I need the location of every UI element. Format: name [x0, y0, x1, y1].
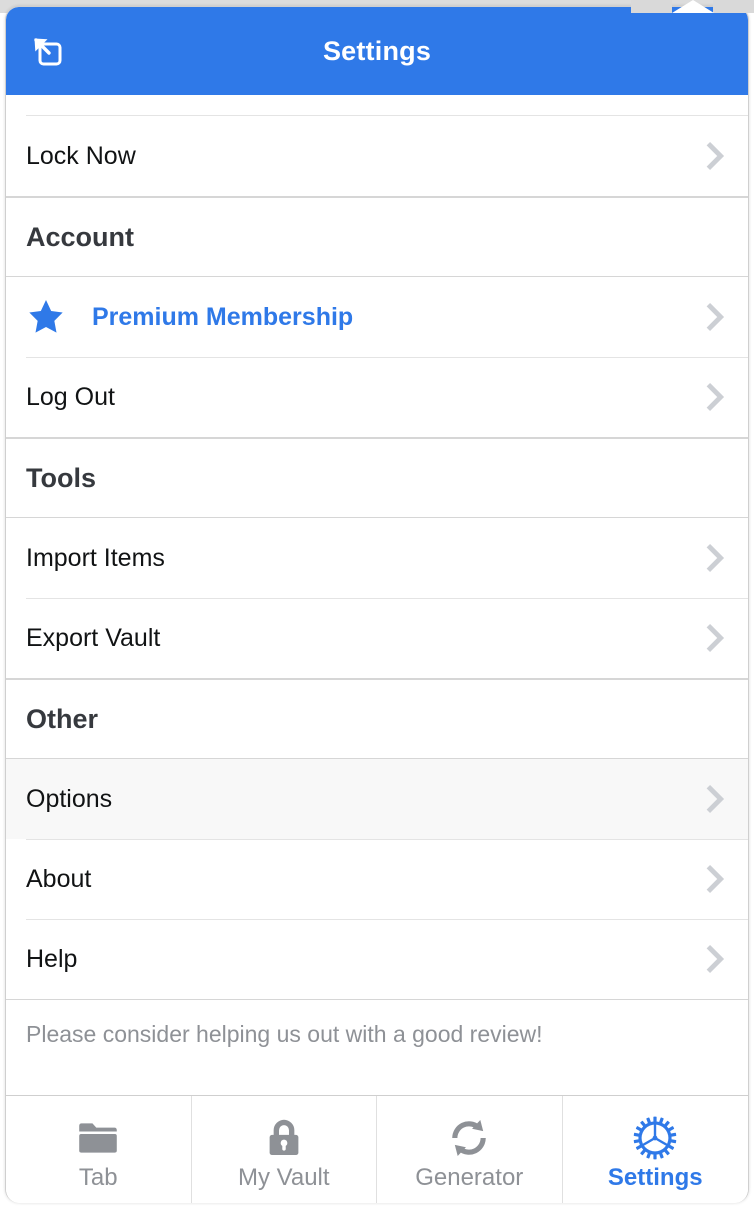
- chevron-right-icon: [698, 942, 732, 976]
- list-item-options[interactable]: Options: [6, 759, 748, 839]
- list-item-import-items[interactable]: Import Items: [6, 518, 748, 598]
- list-item-label: Premium Membership: [92, 302, 354, 331]
- list-item-label: Help: [26, 944, 78, 973]
- list-item-help[interactable]: Help: [6, 919, 748, 999]
- tab-item-my-vault[interactable]: My Vault: [192, 1096, 377, 1203]
- popup-card: Settings Lock Now Account Premium Member…: [5, 6, 749, 1203]
- gear-icon: [631, 1114, 679, 1162]
- bottom-tab-bar: Tab My Vault Generator Settings: [6, 1095, 748, 1203]
- list-item-label: Options: [26, 784, 113, 813]
- list-item-label: Import Items: [26, 543, 165, 572]
- chevron-right-icon: [698, 139, 732, 173]
- lock-icon: [261, 1114, 307, 1162]
- list-item-label: Log Out: [26, 382, 115, 411]
- tab-item-generator[interactable]: Generator: [377, 1096, 563, 1203]
- star-icon: [26, 297, 70, 337]
- page-title: Settings: [322, 35, 432, 66]
- popup-notch-shade-left: [631, 0, 672, 13]
- section-header-other: Other: [6, 679, 748, 759]
- section-header-account: Account: [6, 197, 748, 277]
- list-item-export-vault[interactable]: Export Vault: [6, 598, 748, 678]
- refresh-icon: [446, 1114, 492, 1162]
- list-group-other: Options About Help: [6, 759, 748, 1000]
- tab-label: Settings: [607, 1163, 703, 1191]
- folder-icon: [75, 1114, 121, 1162]
- tab-label: Generator: [415, 1163, 524, 1191]
- popup-notch-shade-right: [713, 0, 754, 13]
- list-group-account: Premium Membership Log Out: [6, 277, 748, 438]
- settings-list: Lock Now Account Premium Membership Log …: [6, 95, 748, 1095]
- list-item-label: About: [26, 864, 92, 893]
- list-item-about[interactable]: About: [6, 839, 748, 919]
- chevron-right-icon: [698, 300, 732, 334]
- chevron-right-icon: [698, 862, 732, 896]
- chevron-right-icon: [698, 621, 732, 655]
- top-spacer: [6, 95, 748, 115]
- popout-window-icon[interactable]: [20, 24, 74, 78]
- list-item-log-out[interactable]: Log Out: [6, 357, 748, 437]
- extension-popup: Settings Lock Now Account Premium Member…: [0, 0, 754, 1208]
- review-note: Please consider helping us out with a go…: [6, 1000, 748, 1068]
- chevron-right-icon: [698, 541, 732, 575]
- chevron-right-icon: [698, 380, 732, 414]
- section-header-tools: Tools: [6, 438, 748, 518]
- list-item-lock-now[interactable]: Lock Now: [6, 116, 748, 196]
- chevron-right-icon: [698, 782, 732, 816]
- list-item-label: Lock Now: [26, 141, 136, 170]
- tab-label: My Vault: [237, 1163, 330, 1191]
- tab-label: Tab: [78, 1163, 118, 1191]
- list-item-premium-membership[interactable]: Premium Membership: [6, 277, 748, 357]
- list-group-security: Lock Now: [6, 115, 748, 197]
- tab-item-tab[interactable]: Tab: [6, 1096, 192, 1203]
- list-item-label: Export Vault: [26, 623, 161, 652]
- tab-item-settings[interactable]: Settings: [563, 1096, 749, 1203]
- list-group-tools: Import Items Export Vault: [6, 518, 748, 679]
- app-header: Settings: [6, 7, 748, 95]
